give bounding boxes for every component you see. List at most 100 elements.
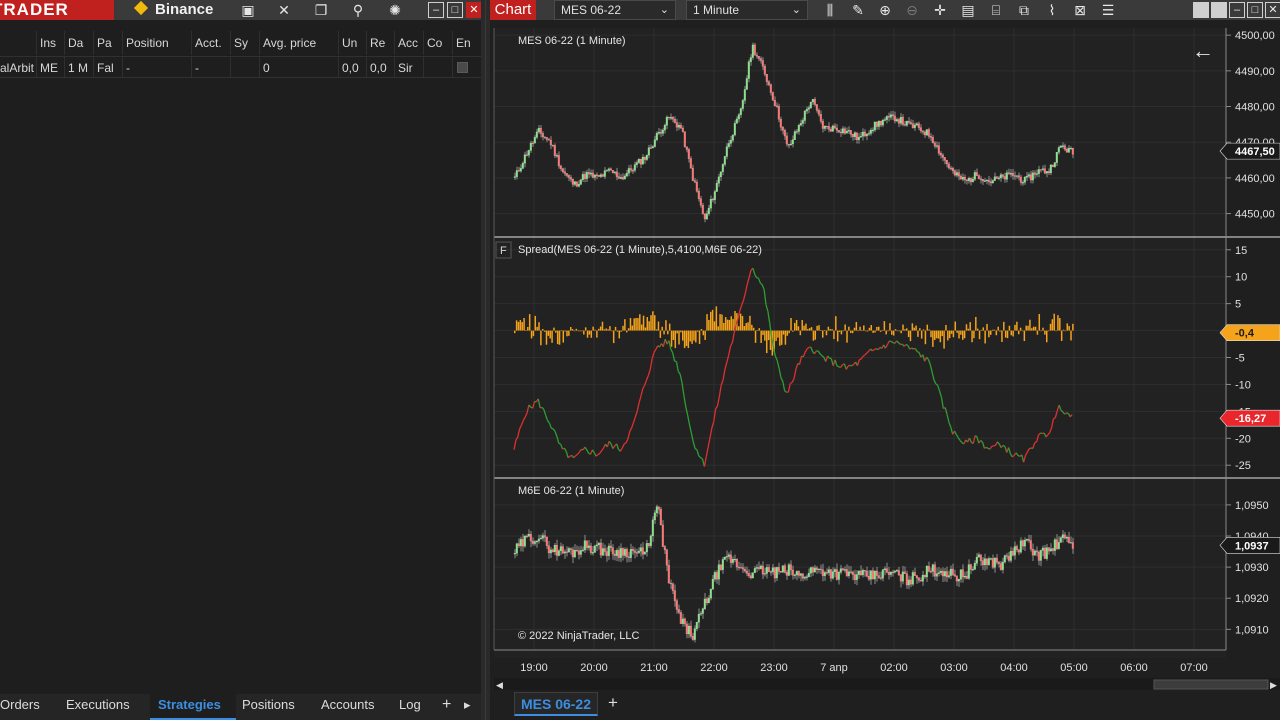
back-arrow-icon[interactable]: ← [1192, 38, 1214, 63]
workspace: TRADER Binance ▣ ✕ ❐ ⚲ ✺ – □ ✕ Ins Da Pa… [0, 0, 1280, 720]
scroll-left-icon[interactable]: ◀ [496, 680, 503, 690]
histogram-bar [831, 329, 833, 331]
column-header-position[interactable]: Position [122, 31, 191, 55]
bar-type-icon[interactable]: ⫼ [821, 1, 839, 19]
help-icon[interactable]: ✺ [387, 2, 403, 18]
scroll-tabs-right-icon[interactable]: ▸ [464, 694, 471, 716]
close-button[interactable]: ✕ [466, 2, 482, 18]
tab-log[interactable]: Log [391, 694, 429, 720]
tab-orders[interactable]: Orders [0, 694, 48, 720]
drawing-tool-icon[interactable]: ✎ [849, 1, 867, 19]
candle-up [661, 129, 664, 134]
column-header-parameter[interactable]: Pa [93, 31, 122, 55]
candle-up [839, 568, 842, 573]
scrollbar-thumb[interactable] [1153, 679, 1269, 690]
column-header-unrealized[interactable]: Un [338, 31, 366, 55]
column-header[interactable] [0, 31, 36, 55]
histogram-bar [777, 330, 779, 338]
histogram-bar [685, 330, 688, 347]
histogram-bar [997, 326, 999, 331]
data-box-icon[interactable]: ▤ [959, 1, 977, 19]
candle-down [737, 566, 740, 568]
column-header-account-display[interactable]: Acc [394, 31, 423, 55]
connection-status[interactable]: Binance [132, 0, 213, 20]
candle-up [811, 99, 814, 103]
enabled-checkbox[interactable] [457, 62, 468, 73]
candle-up [513, 176, 516, 178]
candle-up [971, 569, 974, 571]
column-header-enabled[interactable]: En [452, 31, 481, 55]
candle-down [767, 81, 770, 85]
candle-down [661, 524, 664, 547]
instrument-selector[interactable]: MES 06-22 ⌄ [554, 0, 676, 20]
column-header-sync[interactable]: Sy [230, 31, 259, 55]
candle-up [725, 146, 728, 157]
zoom-in-icon[interactable]: ⊕ [876, 1, 894, 19]
properties-icon[interactable]: ☰ [1099, 1, 1117, 19]
close-button[interactable]: ✕ [1265, 2, 1280, 18]
histogram-bar [691, 330, 693, 344]
candle-down [743, 568, 746, 572]
interval-selector[interactable]: 1 Minute ⌄ [686, 0, 808, 20]
scroll-right-icon[interactable]: ▶ [1270, 680, 1277, 690]
histogram-bar [536, 326, 538, 331]
tab-positions[interactable]: Positions [234, 694, 303, 720]
candle-up [1053, 539, 1056, 551]
candle-up [935, 573, 938, 577]
table-row[interactable]: alArbit ME 1 M Fal - - 0 0,0 0,0 Sir [0, 56, 481, 78]
connections-icon[interactable]: ⚲ [350, 2, 366, 18]
column-header-account[interactable]: Acct. [191, 31, 230, 55]
maximize-button[interactable]: □ [447, 2, 463, 18]
tools-icon[interactable]: ✕ [276, 2, 292, 18]
candle-up [593, 545, 596, 553]
candle-up [803, 577, 806, 579]
candle-down [837, 130, 840, 133]
candle-down [745, 570, 748, 574]
column-header-connection[interactable]: Co [423, 31, 452, 55]
tab-accounts[interactable]: Accounts [313, 694, 382, 720]
histogram-bar [648, 321, 650, 331]
candle-up [989, 558, 992, 560]
tab-strategies[interactable]: Strategies [150, 694, 236, 720]
histogram-bar [1057, 315, 1059, 331]
tile-window-icon[interactable] [1193, 2, 1209, 18]
new-window-icon[interactable]: ▣ [240, 2, 256, 18]
zoom-out-icon[interactable]: ⊖ [903, 1, 921, 19]
histogram-bar [808, 328, 811, 331]
candle-down [909, 579, 912, 585]
restore-window-icon[interactable] [1211, 2, 1227, 18]
minimize-button[interactable]: – [428, 2, 444, 18]
candle-up [699, 613, 702, 615]
add-tab-icon[interactable]: + [442, 694, 451, 716]
chart-trader-icon[interactable]: ⧉ [1015, 1, 1033, 19]
candle-up [817, 568, 820, 570]
candle-up [645, 543, 648, 553]
add-chart-tab-icon[interactable]: + [603, 692, 623, 716]
column-header-avg-price[interactable]: Avg. price [259, 31, 338, 55]
candle-up [1041, 547, 1044, 551]
candle-down [1071, 148, 1074, 155]
minimize-button[interactable]: – [1229, 2, 1245, 18]
strategies-icon[interactable]: ⊠ [1071, 1, 1089, 19]
maximize-button[interactable]: □ [1247, 2, 1263, 18]
histogram-bar [654, 315, 656, 331]
histogram-bar [665, 320, 667, 331]
indicators-icon[interactable]: ⌇ [1043, 1, 1061, 19]
crosshair-icon[interactable]: ✛ [931, 1, 949, 19]
workspaces-icon[interactable]: ❐ [313, 2, 329, 18]
histogram-bar [614, 326, 617, 331]
tab-mes-06-22[interactable]: MES 06-22 [514, 692, 598, 716]
templates-icon[interactable]: ⌸ [987, 1, 1005, 19]
column-header-data-series[interactable]: Da [64, 31, 93, 55]
column-header-instrument[interactable]: Ins [36, 31, 64, 55]
candle-up [963, 575, 966, 578]
candle-down [905, 573, 908, 586]
candle-down [685, 623, 688, 635]
candle-up [727, 143, 730, 147]
candle-up [573, 181, 576, 185]
tab-executions[interactable]: Executions [58, 694, 138, 720]
chart-canvas[interactable]: MES 06-22 (1 Minute) F Spread(MES 06-22 … [490, 20, 1280, 692]
candle-down [965, 575, 968, 579]
pane-splitter[interactable] [481, 0, 490, 720]
column-header-realized[interactable]: Re [366, 31, 394, 55]
